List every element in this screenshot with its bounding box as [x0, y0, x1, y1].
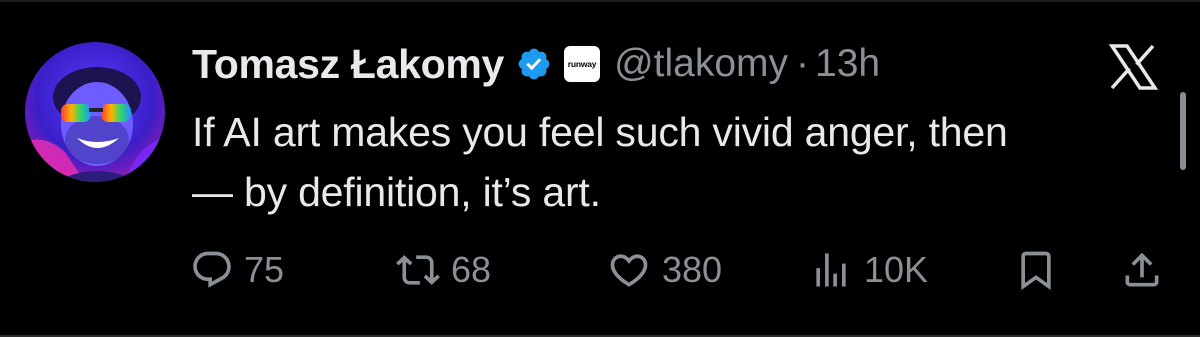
- author-handle[interactable]: @tlakomy: [614, 42, 788, 86]
- reply-icon: [190, 248, 234, 292]
- views-count: 10K: [864, 249, 929, 290]
- share-icon: [1120, 248, 1164, 292]
- views-button[interactable]: 10K: [808, 240, 928, 300]
- bookmark-icon: [1014, 248, 1058, 292]
- top-divider: [0, 0, 1200, 2]
- views-icon: [808, 248, 854, 292]
- reply-button[interactable]: 75: [190, 240, 284, 300]
- avatar-image: [25, 42, 165, 182]
- repost-icon: [395, 248, 441, 292]
- repost-button[interactable]: 68: [395, 240, 491, 300]
- like-button[interactable]: 380: [606, 240, 722, 300]
- share-button[interactable]: [1120, 240, 1164, 300]
- tweet-card: Tomasz Łakomy runway @tlakomy · 13h If A…: [0, 0, 1200, 337]
- verified-badge-icon: [516, 46, 552, 82]
- like-count: 380: [662, 249, 723, 290]
- bookmark-button[interactable]: [1014, 240, 1058, 300]
- affiliate-label: runway: [567, 59, 597, 69]
- tweet-header: Tomasz Łakomy runway @tlakomy · 13h: [192, 38, 880, 90]
- tweet-text: If AI art makes you feel such vivid ange…: [192, 102, 1172, 222]
- avatar[interactable]: [25, 42, 165, 182]
- author-name[interactable]: Tomasz Łakomy: [192, 41, 504, 88]
- timestamp[interactable]: 13h: [815, 42, 880, 86]
- affiliate-badge[interactable]: runway: [564, 46, 601, 82]
- scrollbar[interactable]: [1180, 92, 1186, 170]
- tweet-text-line-2: — by definition, it’s art.: [192, 169, 601, 215]
- x-logo-icon[interactable]: [1108, 44, 1159, 90]
- repost-count: 68: [451, 249, 492, 290]
- heart-icon: [606, 248, 652, 292]
- action-bar: 75 68 380 10K: [0, 240, 1200, 300]
- separator-dot: ·: [796, 42, 810, 85]
- reply-count: 75: [244, 249, 285, 290]
- tweet-text-line-1: If AI art makes you feel such vivid ange…: [192, 109, 1008, 155]
